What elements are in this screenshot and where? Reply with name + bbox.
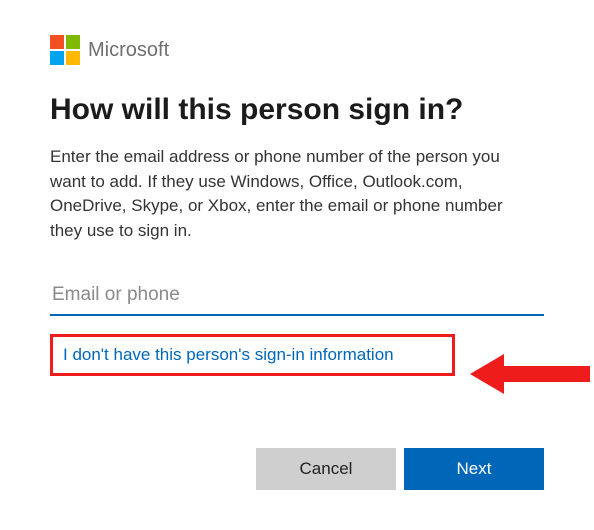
instruction-text: Enter the email address or phone number … [50,145,510,244]
email-or-phone-input[interactable] [50,280,544,316]
cancel-button[interactable]: Cancel [256,448,396,490]
arrow-annotation-icon [470,352,590,396]
next-button[interactable]: Next [404,448,544,490]
brand-row: Microsoft [50,35,544,65]
highlight-annotation: I don't have this person's sign-in infor… [50,334,455,376]
no-signin-info-link[interactable]: I don't have this person's sign-in infor… [63,345,394,364]
microsoft-logo-icon [50,35,80,65]
page-title: How will this person sign in? [50,93,544,127]
brand-name: Microsoft [88,39,169,62]
button-row: Cancel Next [256,448,544,490]
add-user-dialog: Microsoft How will this person sign in? … [0,0,594,396]
